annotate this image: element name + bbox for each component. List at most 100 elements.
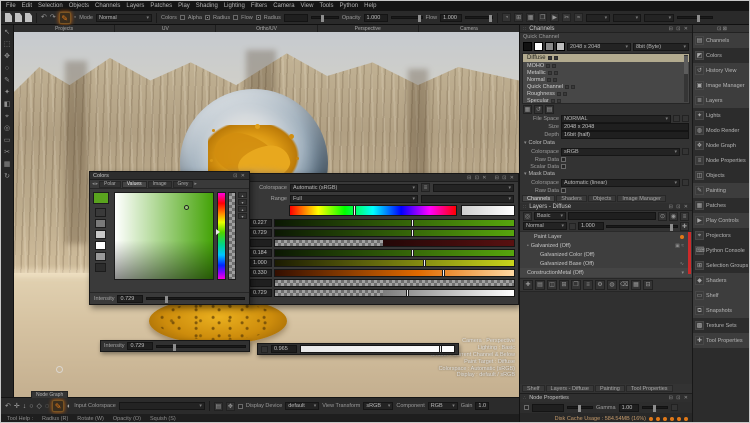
filter-icon[interactable]: ◎	[523, 212, 532, 221]
tab-polar[interactable]: Polar	[99, 181, 121, 188]
redo-icon[interactable]: ↷	[50, 13, 56, 23]
menu-view[interactable]: View	[301, 3, 314, 9]
collapse-icon[interactable]: ▾	[524, 140, 527, 146]
swatch-light-gray[interactable]	[95, 230, 106, 239]
snapshot-icon[interactable]: ▤	[214, 402, 223, 411]
menu-layers[interactable]: Layers	[126, 3, 144, 9]
node-properties-bar[interactable]: ∴ Node Properties ⊟ ⊡ ✕	[520, 393, 692, 402]
v-gradient-slider[interactable]	[274, 269, 515, 277]
window-buttons-icon[interactable]: ⊡ ✕	[233, 173, 246, 179]
rail-item-modo-render[interactable]: ◍Modo Render	[693, 123, 750, 138]
patch-tool-icon[interactable]: ▦	[2, 160, 12, 170]
lock-icon[interactable]	[569, 223, 576, 230]
layer-search-field[interactable]	[568, 212, 656, 220]
r-value-field[interactable]: 0.227	[250, 219, 272, 227]
scroll-down-icon[interactable]: ▾	[681, 270, 684, 276]
menu-file[interactable]: File	[6, 3, 16, 9]
list-icon[interactable]: ▤	[545, 105, 554, 114]
radius-checkbox[interactable]	[205, 15, 210, 20]
undo-icon[interactable]: ↶	[41, 13, 47, 23]
menu-help[interactable]: Help	[364, 3, 376, 9]
extra-slider[interactable]	[677, 16, 713, 19]
layer-row-galvanized[interactable]: • Galvanized (Off) ▣ ≈	[520, 241, 692, 250]
quick-channel-label[interactable]: Quick Channel	[523, 34, 559, 40]
current-color-swatch[interactable]	[93, 192, 109, 204]
tab-scroll-right-icon[interactable]: ▸	[96, 181, 99, 187]
r-gradient-slider[interactable]	[274, 219, 515, 227]
tab-overflow-icon[interactable]: ▸	[194, 181, 197, 187]
gain-field[interactable]: 1.0	[475, 402, 489, 410]
adjust-checkbox[interactable]	[524, 405, 529, 410]
orbit-icon[interactable]: ◌	[45, 403, 49, 410]
tab-painting[interactable]: Painting	[595, 385, 625, 392]
mask-icon[interactable]: ∿	[680, 261, 684, 267]
layer-amount-field[interactable]: 1.000	[578, 222, 604, 230]
add-mask-icon[interactable]: ⊞	[559, 280, 569, 290]
component-dropdown[interactable]: RGB	[428, 402, 458, 410]
group-icon[interactable]: ▣ ≈	[675, 243, 684, 249]
move-tool-icon[interactable]: ✥	[2, 52, 12, 62]
layer-row-constructionmetal[interactable]: ConstructionMetal (Off) ▾	[520, 268, 692, 277]
tab-ortho-uv[interactable]: Ortho/UV	[216, 25, 316, 32]
rail-item-objects[interactable]: ◫Objects	[693, 168, 750, 183]
exposure-slider[interactable]	[567, 406, 593, 409]
g-value-field[interactable]: 0.729	[250, 229, 272, 237]
range-dropdown[interactable]: Full	[290, 195, 418, 203]
rail-item-painting[interactable]: ✎Painting	[693, 183, 750, 198]
gradient-tool-icon[interactable]: ◧	[2, 100, 12, 110]
colors-palette-titlebar[interactable]: Colors ⊡ ✕	[90, 172, 249, 180]
layer-blend-dropdown[interactable]: Normal	[523, 222, 567, 230]
rotate-view-icon[interactable]: ○	[29, 403, 33, 410]
rail-item-lights[interactable]: ✦Lights	[693, 108, 750, 123]
flow-value-field[interactable]: 1.000	[440, 14, 462, 22]
colorspace-panel-titlebar[interactable]: ⊟ ⊡ ✕ ⊟ ⊡ ✕	[247, 174, 518, 182]
tab-channels[interactable]: Channels	[522, 195, 555, 202]
collapse-icon[interactable]: ▾	[524, 171, 527, 177]
rail-item-play-controls[interactable]: ▶Play Controls	[693, 213, 750, 228]
link-icon[interactable]: ≡	[421, 183, 430, 192]
menu-selection[interactable]: Selection	[38, 3, 63, 9]
filter-dropdown[interactable]: Basic	[534, 212, 566, 220]
channel-scrollbar[interactable]	[684, 55, 688, 102]
mix-slider[interactable]	[274, 289, 515, 297]
tab-tool-properties[interactable]: Tool Properties	[626, 385, 673, 392]
swatch-white[interactable]	[534, 42, 543, 51]
list-icon[interactable]: ≡	[680, 212, 689, 221]
sync-icon[interactable]: ↺	[534, 105, 543, 114]
b-value-field[interactable]: 0.965	[271, 345, 297, 353]
view-transform-dropdown[interactable]: sRGB	[363, 402, 393, 410]
hue-gradient-bar[interactable]	[289, 205, 457, 216]
channel-row[interactable]: MOHO	[523, 62, 689, 69]
lock-icon[interactable]	[682, 179, 689, 186]
gamma-field[interactable]: 1.00	[619, 404, 639, 412]
opacity-slider[interactable]	[391, 16, 423, 19]
saturation-value-square[interactable]	[114, 192, 214, 280]
layers-panel-titlebar[interactable]: ∷ Layers - Diffuse ⊟ ⊡ ✕	[520, 203, 692, 211]
projection-icon[interactable]: ◔	[502, 13, 511, 22]
window-buttons-icon[interactable]: ⊟ ⊡ ✕ ⊟ ⊡ ✕	[467, 175, 515, 181]
tab-layers-diffuse[interactable]: Layers - Diffuse	[546, 385, 594, 392]
channel-row[interactable]: Specular	[523, 97, 689, 104]
tab-grey[interactable]: Grey	[173, 181, 194, 188]
add-group-icon[interactable]: ◫	[547, 280, 557, 290]
clone-stamp-icon[interactable]: ◎	[2, 124, 12, 134]
window-buttons-icon[interactable]: ⊟ ⊡ ✕	[669, 395, 689, 401]
alpha-value-field[interactable]	[250, 279, 272, 287]
new-project-icon[interactable]	[5, 13, 12, 22]
duplicate-icon[interactable]: ❐	[571, 280, 581, 290]
slide-tool-icon[interactable]: ▭	[2, 136, 12, 146]
transform-icon[interactable]: ◇	[36, 402, 41, 410]
hue-strip[interactable]	[217, 192, 226, 280]
rail-item-texture-sets[interactable]: ▩Texture Sets	[693, 318, 750, 333]
tab-uv[interactable]: UV	[115, 25, 215, 32]
radius2-checkbox[interactable]	[256, 15, 261, 20]
alpha-checker-slider[interactable]	[274, 279, 515, 287]
intensity-field[interactable]: 0.729	[117, 295, 143, 303]
flow-checkbox[interactable]	[233, 15, 238, 20]
menu-shading[interactable]: Shading	[196, 3, 218, 9]
drop-icon[interactable]: ↓	[23, 403, 27, 410]
b-value-field[interactable]: 0.184	[250, 249, 272, 257]
colorspace-dropdown[interactable]: Automatic (sRGB)	[290, 184, 418, 192]
sphere-shading-icon[interactable]: ◐	[67, 403, 71, 410]
tab-scroll-left-icon[interactable]: ◂	[92, 181, 95, 187]
